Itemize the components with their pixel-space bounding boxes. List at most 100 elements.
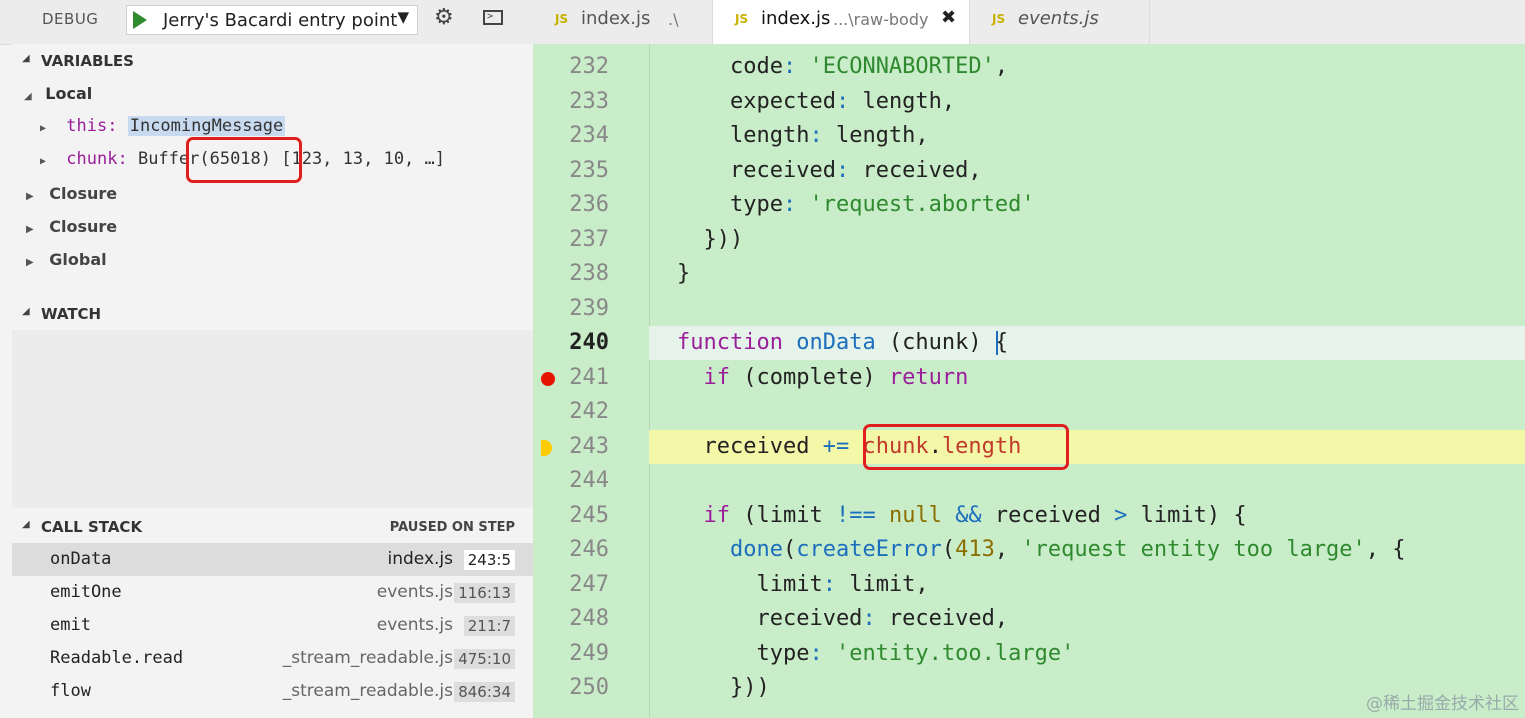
annotation-highlight-box xyxy=(186,137,302,183)
line-number: 238 xyxy=(569,261,609,286)
scope-label: Global xyxy=(49,250,107,269)
line-number: 241 xyxy=(569,364,609,390)
launch-config-select[interactable]: Jerry's Bacardi entry point ▼ xyxy=(126,5,418,35)
frame-file: index.js xyxy=(387,549,454,569)
code-line[interactable]: 249 type: 'entity.too.large' xyxy=(533,637,1525,671)
code-line[interactable]: 239 xyxy=(533,292,1525,326)
watch-panel[interactable] xyxy=(12,330,533,508)
code-text: expected: length, xyxy=(677,88,956,114)
call-stack-frame[interactable]: onData index.js 243:5 xyxy=(12,543,533,576)
frame-position: 846:34 xyxy=(454,682,515,702)
frame-function: onData xyxy=(50,549,112,569)
frame-file: _stream_readable.js xyxy=(282,648,453,668)
call-stack-frame[interactable]: emitOne events.js 116:13 xyxy=(12,576,533,609)
call-stack-frame[interactable]: Readable.read _stream_readable.js 475:10 xyxy=(12,642,533,675)
line-number: 249 xyxy=(569,640,609,666)
code-text: })) xyxy=(677,675,770,700)
code-text: type: 'entity.too.large' xyxy=(677,640,1075,666)
gear-icon[interactable]: ⚙ xyxy=(434,6,454,30)
variable-value: IncomingMessage xyxy=(127,116,286,136)
debug-label: DEBUG xyxy=(42,10,99,28)
top-bar: DEBUG Jerry's Bacardi entry point ▼ ⚙ > … xyxy=(0,0,1525,45)
code-line[interactable]: 245 if (limit !== null && received > lim… xyxy=(533,499,1525,533)
frame-position: 243:5 xyxy=(463,550,515,570)
js-file-icon: JS xyxy=(992,12,1006,26)
tab-index-js-raw-body[interactable]: JS index.js ...\raw-body ✖ xyxy=(713,0,970,44)
scope-label: Closure xyxy=(49,217,118,236)
code-text: done(createError(413, 'request entity to… xyxy=(677,537,1406,562)
line-number: 250 xyxy=(569,675,609,700)
code-text: if (limit !== null && received > limit) … xyxy=(677,502,1247,528)
code-line[interactable]: 236 type: 'request.aborted' xyxy=(533,188,1525,222)
tab-description: ...\raw-body xyxy=(833,10,929,29)
frame-function: Readable.read xyxy=(50,648,184,668)
code-line[interactable]: 233 expected: length, xyxy=(533,85,1525,119)
start-debugging-icon[interactable] xyxy=(133,11,147,29)
tab-index-js-root[interactable]: JS index.js .\ xyxy=(533,0,713,44)
code-line[interactable]: 250 })) xyxy=(533,671,1525,705)
call-stack-frame[interactable]: emit events.js 211:7 xyxy=(12,609,533,642)
scope-label: Local xyxy=(45,84,93,103)
chevron-down-icon: ◢ xyxy=(22,519,30,530)
tab-label: events.js xyxy=(1018,8,1099,29)
line-number: 246 xyxy=(569,537,609,562)
code-line[interactable]: 247 limit: limit, xyxy=(533,568,1525,602)
code-text: type: 'request.aborted' xyxy=(677,192,1035,217)
code-text: limit: limit, xyxy=(677,571,929,597)
scope-global[interactable]: ▶ Global xyxy=(26,250,107,269)
call-stack-section-header[interactable]: ◢ CALL STACK PAUSED ON STEP xyxy=(12,510,533,542)
code-line[interactable]: 240 function onData (chunk) { xyxy=(569,326,1525,360)
call-stack-frame[interactable]: flow _stream_readable.js 846:34 xyxy=(12,675,533,708)
code-line[interactable]: 234 length: length, xyxy=(533,119,1525,153)
code-line[interactable]: 235 received: received, xyxy=(533,154,1525,188)
chevron-down-icon: ◢ xyxy=(22,53,30,64)
code-line[interactable]: 232 code: 'ECONNABORTED', xyxy=(533,50,1525,84)
chevron-right-icon: ▶ xyxy=(26,191,34,202)
chevron-right-icon: ▶ xyxy=(40,156,47,167)
line-number: 239 xyxy=(569,295,609,321)
code-line[interactable]: 243 received += chunk.length xyxy=(541,429,1525,464)
line-number: 248 xyxy=(569,606,609,631)
line-number: 243 xyxy=(569,433,609,459)
code-line[interactable]: 246 done(createError(413, 'request entit… xyxy=(533,533,1525,567)
code-text: })) xyxy=(677,226,744,252)
variables-section-header[interactable]: ◢ VARIABLES xyxy=(12,44,533,76)
frame-file: _stream_readable.js xyxy=(282,681,453,701)
watch-title: WATCH xyxy=(41,305,102,323)
code-line[interactable]: 241 if (complete) return xyxy=(533,361,1525,395)
variable-this[interactable]: ▶ this: IncomingMessage xyxy=(40,116,286,136)
line-number: 236 xyxy=(569,192,609,217)
frame-function: emitOne xyxy=(50,582,122,602)
line-number: 235 xyxy=(569,157,609,183)
line-number: 233 xyxy=(569,88,609,114)
line-number: 232 xyxy=(569,54,609,79)
variable-name: this: xyxy=(66,116,118,136)
scope-closure[interactable]: ▶ Closure xyxy=(26,184,117,203)
code-text: function onData (chunk) { xyxy=(677,330,1009,355)
debug-console-icon[interactable]: > xyxy=(483,10,503,25)
tab-events-js[interactable]: JS events.js xyxy=(970,0,1150,44)
chevron-down-icon: ◢ xyxy=(24,91,32,102)
call-stack-title: CALL STACK xyxy=(41,518,143,536)
line-number: 244 xyxy=(569,468,609,493)
code-text: received: received, xyxy=(677,606,1009,631)
variables-title: VARIABLES xyxy=(41,52,134,70)
frame-position: 475:10 xyxy=(454,649,515,669)
code-line[interactable]: 248 received: received, xyxy=(533,602,1525,636)
code-text: if (complete) return xyxy=(677,364,969,390)
line-number: 247 xyxy=(569,571,609,597)
code-line[interactable]: 238} xyxy=(533,257,1525,291)
chevron-right-icon: ▶ xyxy=(26,224,34,235)
scope-label: Closure xyxy=(49,184,118,203)
line-number: 234 xyxy=(569,123,609,148)
tab-label: index.js xyxy=(761,8,831,29)
scope-local[interactable]: ◢ Local xyxy=(24,84,92,103)
scope-closure[interactable]: ▶ Closure xyxy=(26,217,117,236)
chevron-down-icon: ◢ xyxy=(22,306,30,317)
chevron-down-icon[interactable]: ▼ xyxy=(397,8,409,26)
code-line[interactable]: 237 })) xyxy=(533,223,1525,257)
watch-section-header[interactable]: ◢ WATCH xyxy=(12,297,533,329)
frame-position: 211:7 xyxy=(463,616,515,636)
close-icon[interactable]: ✖ xyxy=(941,7,956,28)
code-editor[interactable]: @稀土掘金技术社区 232 code: 'ECONNABORTED', 233 e… xyxy=(533,44,1525,718)
